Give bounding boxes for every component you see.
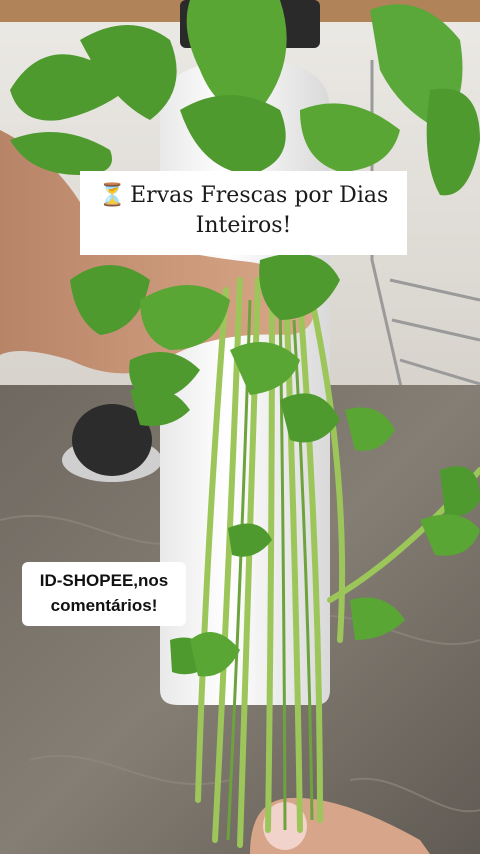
shopee-id-tag: ID-SHOPEE,nos comentários!: [22, 562, 186, 626]
caption-text: Ervas Frescas por Dias Inteiros!: [130, 183, 389, 238]
photo-scene: [0, 0, 480, 854]
caption-box: ⏳ Ervas Frescas por Dias Inteiros!: [80, 171, 407, 255]
hourglass-icon: ⏳: [98, 183, 127, 208]
